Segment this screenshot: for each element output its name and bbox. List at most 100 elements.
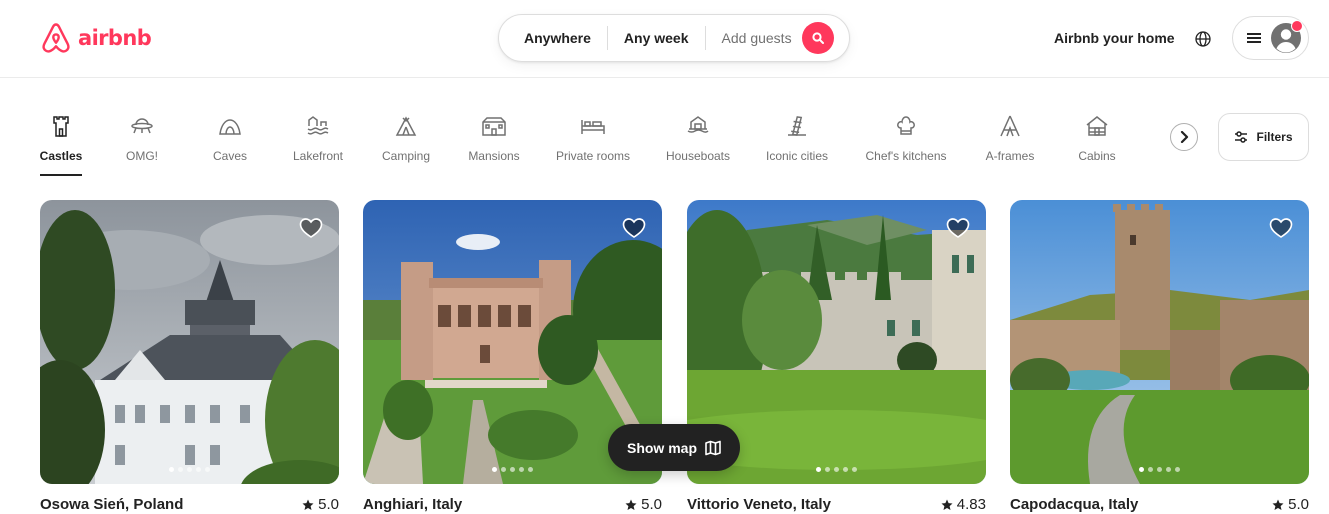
user-menu-button[interactable] <box>1232 16 1309 60</box>
carousel-dot[interactable] <box>519 467 524 472</box>
filters-label: Filters <box>1256 130 1293 144</box>
listing-info: Capodacqua, Italy 5.0 <box>1010 496 1309 513</box>
save-to-wishlist-button[interactable] <box>299 216 323 245</box>
listing-info: Osowa Sień, Poland 5.0 <box>40 496 339 513</box>
category-chefs-kitchens[interactable]: Chef's kitchens <box>863 110 949 176</box>
castle-icon <box>53 116 69 137</box>
listing-card[interactable]: Capodacqua, Italy 5.0 <box>1010 200 1309 513</box>
chevron-right-icon <box>1180 131 1189 143</box>
notification-dot <box>1291 20 1303 32</box>
category-iconic-cities[interactable]: Iconic cities <box>764 110 830 176</box>
carousel-dot[interactable] <box>169 467 174 472</box>
listing-photo[interactable] <box>1010 200 1309 484</box>
category-label: Cabins <box>1078 149 1116 163</box>
search-dates-button[interactable]: Any week <box>608 30 705 46</box>
carousel-dot[interactable] <box>492 467 497 472</box>
listing-rating: 5.0 <box>302 496 339 513</box>
carousel-dot[interactable] <box>510 467 515 472</box>
carousel-dot[interactable] <box>528 467 533 472</box>
carousel-dot[interactable] <box>196 467 201 472</box>
carousel-dot[interactable] <box>178 467 183 472</box>
category-omg[interactable]: OMG! <box>126 110 158 176</box>
categories-next-button[interactable] <box>1170 123 1198 151</box>
airbnb-your-home-link[interactable]: Airbnb your home <box>1042 26 1187 50</box>
category-camping[interactable]: Camping <box>380 110 432 176</box>
carousel-dot[interactable] <box>501 467 506 472</box>
airbnb-logo-link[interactable]: airbnb <box>40 22 152 54</box>
carousel-dot[interactable] <box>187 467 192 472</box>
save-to-wishlist-button[interactable] <box>622 216 646 245</box>
listing-location: Capodacqua, Italy <box>1010 496 1139 513</box>
search-icon <box>811 32 824 44</box>
category-private-rooms[interactable]: Private rooms <box>554 110 632 176</box>
search-location-button[interactable]: Anywhere <box>499 30 607 46</box>
map-icon <box>705 440 721 455</box>
category-caves[interactable]: Caves <box>213 110 247 176</box>
listing-card[interactable]: Osowa Sień, Poland 5.0 <box>40 200 339 513</box>
heart-icon <box>1269 218 1293 238</box>
listing-rating-value: 4.83 <box>956 496 986 513</box>
heart-icon <box>946 218 970 238</box>
search-submit-button[interactable] <box>801 22 834 54</box>
carousel-dot[interactable] <box>1139 467 1144 472</box>
a-frame-icon <box>1000 115 1020 137</box>
listing-rating: 4.83 <box>941 496 986 513</box>
carousel-dot[interactable] <box>843 467 848 472</box>
search-guests-button[interactable]: Add guests <box>706 30 802 46</box>
carousel-dot[interactable] <box>1148 467 1153 472</box>
category-label: Lakefront <box>292 149 344 163</box>
carousel-dot[interactable] <box>1166 467 1171 472</box>
category-label: Chef's kitchens <box>865 149 947 163</box>
heart-icon <box>299 218 323 238</box>
category-lakefront[interactable]: Lakefront <box>290 110 346 176</box>
mansion-icon <box>482 117 506 136</box>
category-label: Caves <box>213 149 248 163</box>
hamburger-menu-icon <box>1247 33 1261 43</box>
category-cabins[interactable]: Cabins <box>1077 110 1117 176</box>
carousel-dot[interactable] <box>834 467 839 472</box>
category-label: Houseboats <box>665 149 731 163</box>
carousel-dot[interactable] <box>825 467 830 472</box>
star-icon <box>302 499 314 510</box>
search-bar[interactable]: Anywhere Any week Add guests <box>498 14 850 62</box>
category-a-frames[interactable]: A-frames <box>983 110 1037 176</box>
listing-photo[interactable] <box>40 200 339 484</box>
lakefront-icon <box>307 116 329 135</box>
carousel-dot[interactable] <box>816 467 821 472</box>
category-label: A-frames <box>985 149 1035 163</box>
listing-rating-value: 5.0 <box>318 496 339 513</box>
listing-image <box>1010 200 1309 484</box>
logo-wordmark: airbnb <box>78 26 152 50</box>
category-label: Private rooms <box>555 149 631 163</box>
tent-icon <box>395 116 417 136</box>
category-houseboats[interactable]: Houseboats <box>664 110 732 176</box>
listing-location: Osowa Sień, Poland <box>40 496 184 513</box>
carousel-dot[interactable] <box>1175 467 1180 472</box>
listing-location: Vittorio Veneto, Italy <box>687 496 831 513</box>
star-icon <box>1272 499 1284 510</box>
sliders-icon <box>1235 131 1248 143</box>
photo-carousel-dots <box>687 467 986 472</box>
save-to-wishlist-button[interactable] <box>946 216 970 245</box>
language-button[interactable] <box>1188 24 1218 54</box>
category-mansions[interactable]: Mansions <box>467 110 521 176</box>
chef-hat-icon <box>897 116 915 135</box>
show-map-button[interactable]: Show map <box>608 424 740 471</box>
carousel-dot[interactable] <box>852 467 857 472</box>
listing-image <box>40 200 339 484</box>
listing-location: Anghiari, Italy <box>363 496 463 513</box>
cave-icon <box>219 119 241 135</box>
photo-carousel-dots <box>363 467 662 472</box>
filters-button[interactable]: Filters <box>1218 113 1309 161</box>
category-label: Camping <box>381 149 431 163</box>
cabin-icon <box>1086 116 1108 136</box>
category-castles[interactable]: Castles <box>40 110 82 176</box>
carousel-dot[interactable] <box>205 467 210 472</box>
globe-icon <box>1195 31 1211 47</box>
save-to-wishlist-button[interactable] <box>1269 216 1293 245</box>
carousel-dot[interactable] <box>1157 467 1162 472</box>
ufo-house-icon <box>131 118 153 134</box>
category-label: OMG! <box>126 149 158 163</box>
category-label: Mansions <box>468 149 520 163</box>
houseboat-icon <box>687 116 709 133</box>
